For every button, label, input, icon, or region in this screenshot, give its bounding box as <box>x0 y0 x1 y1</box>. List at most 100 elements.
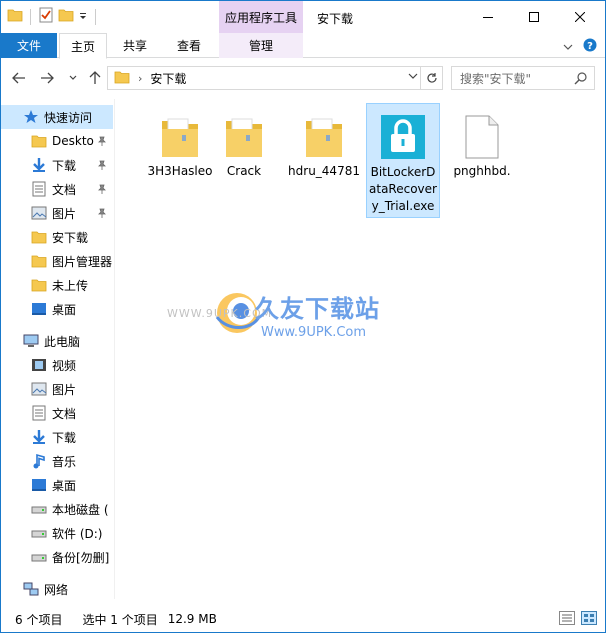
qat-dropdown-icon[interactable] <box>78 10 88 24</box>
picture-icon <box>31 381 47 397</box>
up-button[interactable] <box>85 67 105 89</box>
close-button[interactable] <box>557 1 603 33</box>
folder-icon <box>31 253 47 269</box>
properties-icon[interactable] <box>38 7 54 26</box>
address-dropdown-icon[interactable] <box>408 71 418 82</box>
qat-divider <box>30 8 31 25</box>
nav-item-label: 未上传 <box>52 278 89 293</box>
file-item[interactable]: 3H3Hasleo <box>143 103 217 182</box>
nav-item[interactable]: 桌面 <box>1 297 113 321</box>
search-placeholder: 搜索"安下载" <box>460 71 532 86</box>
nav-item[interactable]: 未上传 <box>1 273 113 297</box>
document-icon <box>31 405 47 421</box>
nav-item-label: 快速访问 <box>44 110 93 125</box>
picture-icon <box>31 205 47 221</box>
lock-app-icon <box>379 108 427 160</box>
tab-file[interactable]: 文件 <box>1 33 57 58</box>
document-icon <box>31 181 47 197</box>
folder-icon <box>156 107 204 159</box>
nav-item-label: 下载 <box>52 430 77 445</box>
folder-icon <box>31 133 47 149</box>
file-name: pnghhbd. <box>453 164 511 178</box>
minimize-button[interactable] <box>465 1 511 33</box>
folder-icon <box>31 229 47 245</box>
drive-icon <box>31 525 47 541</box>
nav-item[interactable]: 图片 <box>1 201 113 225</box>
nav-item[interactable]: 本地磁盘 ( <box>1 497 113 521</box>
title-bar: 应用程序工具 安下载 <box>1 1 605 33</box>
address-row: › 安下载 搜索"安下载" <box>1 63 605 93</box>
watermark-url: Www.9UPK.Com <box>261 325 367 340</box>
file-item[interactable]: BitLockerDataRecovery_Trial.exe <box>366 103 440 218</box>
watermark-title: 久友下载站 <box>255 294 380 323</box>
nav-item-label: 图片管理器 <box>52 254 113 269</box>
navigation-pane: 快速访问 Deskto 下载 文档 图片 安下载 图片管理器 未上传 桌面 此电脑 视频 图片 文档 下载… <box>1 99 113 599</box>
application-tools-context: 应用程序工具 <box>219 1 303 33</box>
pane-divider[interactable] <box>114 99 115 599</box>
new-folder-icon[interactable] <box>58 8 74 25</box>
file-item[interactable]: pnghhbd. <box>445 103 519 182</box>
large-icons-view-icon[interactable] <box>581 611 597 628</box>
nav-item-label: 备份[勿删] <box>52 550 110 565</box>
nav-item[interactable]: 下载 <box>1 425 113 449</box>
context-tab-label: 应用程序工具 <box>224 10 297 25</box>
file-name: 3H3Hasleo <box>147 164 213 178</box>
file-name: BitLockerDataRecovery_Trial.exe <box>369 165 437 213</box>
file-name: Crack <box>226 164 262 178</box>
nav-item[interactable]: 软件 (D:) <box>1 521 113 545</box>
ribbon-tabs: 文件 主页 共享 查看 管理 ? <box>1 33 605 59</box>
drive-icon <box>31 501 47 517</box>
selected-count: 选中 1 个项目 <box>82 612 158 627</box>
search-icon[interactable] <box>574 71 588 88</box>
pin-icon <box>97 135 107 149</box>
breadcrumb-chevron-icon[interactable]: › <box>138 72 142 85</box>
back-button[interactable] <box>9 67 29 89</box>
nav-item[interactable]: Deskto <box>1 129 113 153</box>
address-bar[interactable]: › 安下载 <box>107 66 443 90</box>
tab-share[interactable]: 共享 <box>113 33 157 58</box>
folder-icon[interactable] <box>7 8 23 25</box>
selected-size: 12.9 MB <box>167 612 217 626</box>
folder-icon <box>114 70 130 87</box>
nav-item[interactable]: 图片 <box>1 377 113 401</box>
nav-item-label: 此电脑 <box>44 334 81 349</box>
expand-ribbon-icon[interactable] <box>563 40 573 54</box>
help-icon[interactable]: ? <box>583 38 597 55</box>
nav-item-label: 文档 <box>52 182 77 197</box>
nav-item[interactable]: 备份[勿删] <box>1 545 113 569</box>
file-item[interactable]: hdru_44781 <box>287 103 361 182</box>
nav-item[interactable]: 桌面 <box>1 473 113 497</box>
breadcrumb-current[interactable]: 安下载 <box>150 70 186 87</box>
nav-item-label: 视频 <box>52 358 77 373</box>
search-input[interactable]: 搜索"安下载" <box>451 66 595 90</box>
download-icon <box>31 157 47 173</box>
tab-home[interactable]: 主页 <box>59 33 107 59</box>
nav-item-label: 下载 <box>52 158 77 173</box>
quick-access-toolbar <box>7 7 99 26</box>
nav-item[interactable]: 文档 <box>1 401 113 425</box>
network-icon <box>23 581 39 597</box>
nav-item[interactable]: 网络 <box>1 577 113 599</box>
nav-item-label: 音乐 <box>52 454 77 469</box>
nav-item[interactable]: 音乐 <box>1 449 113 473</box>
nav-item[interactable]: 此电脑 <box>1 329 113 353</box>
nav-item[interactable]: 安下载 <box>1 225 113 249</box>
forward-button[interactable] <box>37 67 57 89</box>
details-view-icon[interactable] <box>559 611 575 628</box>
nav-item[interactable]: 快速访问 <box>1 105 113 129</box>
nav-item[interactable]: 文档 <box>1 177 113 201</box>
qat-divider <box>95 8 96 25</box>
nav-item[interactable]: 视频 <box>1 353 113 377</box>
recent-locations-button[interactable] <box>63 67 83 89</box>
folder-icon <box>300 107 348 159</box>
nav-item[interactable]: 图片管理器 <box>1 249 113 273</box>
refresh-button[interactable] <box>420 67 442 89</box>
nav-item[interactable]: 下载 <box>1 153 113 177</box>
tab-view[interactable]: 查看 <box>165 33 213 58</box>
tab-manage[interactable]: 管理 <box>219 33 303 58</box>
desktop-icon <box>31 301 47 317</box>
file-item[interactable]: Crack <box>207 103 281 182</box>
maximize-button[interactable] <box>511 1 557 33</box>
nav-item-label: 软件 (D:) <box>52 526 103 541</box>
nav-item-label: 本地磁盘 ( <box>52 502 109 517</box>
